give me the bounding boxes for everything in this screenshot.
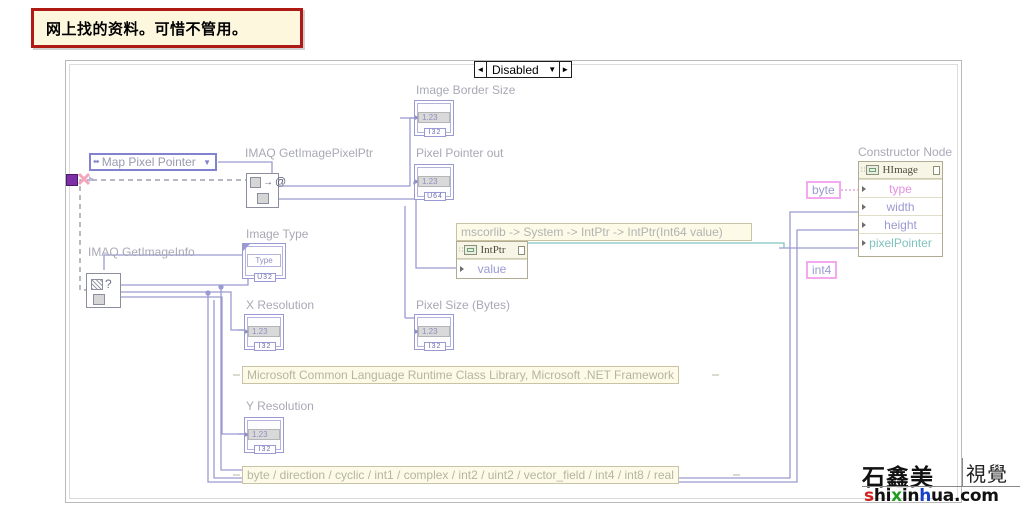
free-label-runtime-library: Microsoft Common Language Runtime Class … xyxy=(242,366,680,384)
indicator-datatype: I32 xyxy=(424,128,446,137)
watermark-domain: shixinhua.com xyxy=(864,486,999,506)
comment-box: 网上找的资料。可惜不管用。 xyxy=(31,8,303,48)
structure-inner-border xyxy=(69,64,958,499)
himage-row-pixelpointer[interactable]: pixelPointer xyxy=(859,233,942,251)
input-terminal-icon xyxy=(460,265,464,272)
map-pixel-pointer-ring-control[interactable]: ⬌ Map Pixel Pointer ▼ xyxy=(89,153,217,171)
indicator-value: 1.23 xyxy=(248,429,280,440)
imaq-getimagepixelptr-label: IMAQ GetImagePixelPtr xyxy=(245,146,374,160)
himage-row-label: type xyxy=(889,181,912,196)
pixel-pointer-glyph-row: → @ xyxy=(250,177,286,188)
map-pixel-pointer-label: Map Pixel Pointer xyxy=(101,155,196,169)
watermark-divider xyxy=(962,458,963,486)
page-icon xyxy=(518,245,525,255)
intptr-constructor-node[interactable]: ∷ IntPtr value xyxy=(456,241,528,279)
indicator-x-resolution[interactable]: ▸ 1.23 I32 xyxy=(244,314,284,356)
indicator-datatype: I32 xyxy=(424,342,446,351)
arrow-right-icon: → xyxy=(263,176,273,188)
intptr-row-label: value xyxy=(477,261,507,276)
image-info-glyph-row: ? xyxy=(91,278,112,290)
case-selector-prev-icon[interactable]: ◄ xyxy=(475,62,487,77)
watermark-seal-text: 視覺 xyxy=(966,462,1008,486)
watermark-domain-part: in xyxy=(901,486,920,506)
indicator-label-pixel-pointer-out: Pixel Pointer out xyxy=(416,146,504,160)
input-terminal-icon xyxy=(862,221,866,228)
info-badge-icon xyxy=(257,193,269,204)
himage-node-title-bar: ∷ HImage xyxy=(859,162,942,179)
chevron-down-icon[interactable]: ▼ xyxy=(546,62,559,77)
comment-text: 网上找的资料。可惜不管用。 xyxy=(46,19,248,38)
constant-int4[interactable]: int4 xyxy=(806,261,838,279)
indicator-datatype: I32 xyxy=(254,342,276,351)
ref-glyph-icon: ∷ xyxy=(861,165,866,174)
himage-constructor-node[interactable]: ∷ HImage type width height pixelPointer xyxy=(858,161,943,257)
indicator-pixel-size-bytes[interactable]: ▸ 1.23 I32 xyxy=(414,314,454,356)
imaq-getimageinfo-node[interactable]: ? xyxy=(86,273,121,308)
himage-row-type[interactable]: type xyxy=(859,179,942,197)
indicator-image-type[interactable]: Type U32 xyxy=(242,243,286,287)
indicator-value: Type xyxy=(247,254,281,267)
input-terminal-icon xyxy=(862,185,866,192)
indicator-label-image-border-size: Image Border Size xyxy=(416,83,516,97)
dotnet-class-icon xyxy=(866,165,880,175)
watermark-domain-part: h xyxy=(919,486,931,506)
indicator-value: 1.23 xyxy=(418,176,450,187)
block-diagram-canvas: 网上找的资料。可惜不管用。 ◄ Disabled ▼ ► ⬌ Map Pixel… xyxy=(0,0,1027,514)
watermark: 石鑫美 視覺 shixinhua.com xyxy=(862,458,1020,506)
case-selector[interactable]: ◄ Disabled ▼ ► xyxy=(474,61,572,78)
intptr-node-title-bar: ∷ IntPtr xyxy=(457,242,527,259)
indicator-y-resolution[interactable]: ▸ 1.23 I32 xyxy=(244,417,284,459)
dotnet-class-icon xyxy=(464,245,478,255)
page-icon xyxy=(933,165,940,175)
diagram-disable-structure xyxy=(65,60,962,503)
watermark-domain-part: ua.com xyxy=(931,486,999,506)
image-square-icon xyxy=(250,177,261,188)
at-sign-icon: @ xyxy=(275,176,287,188)
watermark-domain-part: s xyxy=(864,486,874,506)
himage-row-label: height xyxy=(884,217,917,232)
constant-byte[interactable]: byte xyxy=(806,181,841,199)
intptr-node-title: IntPtr xyxy=(480,244,506,256)
indicator-value: 1.23 xyxy=(418,112,450,123)
indicator-label-image-type: Image Type xyxy=(246,227,309,241)
indicator-label-pixel-size: Pixel Size (Bytes) xyxy=(416,298,511,312)
himage-row-height[interactable]: height xyxy=(859,215,942,233)
indicator-value: 1.23 xyxy=(248,326,280,337)
broken-wire-icon xyxy=(77,172,93,186)
image-hatch-icon xyxy=(91,278,103,290)
indicator-pixel-pointer-out[interactable]: ▸ 1.23 U64 xyxy=(414,164,454,206)
free-label-type-list: byte / direction / cyclic / int1 / compl… xyxy=(242,466,679,484)
watermark-domain-part: hi xyxy=(873,486,892,506)
indicator-datatype: I32 xyxy=(254,445,276,454)
indicator-image-border-size[interactable]: ▸ 1.23 I32 xyxy=(414,100,454,142)
indicator-label-y-resolution: Y Resolution xyxy=(246,399,314,413)
intptr-node-row-value[interactable]: value xyxy=(457,259,527,277)
enum-corner-icon xyxy=(242,243,251,252)
info-badge-icon xyxy=(93,294,105,305)
input-terminal-icon xyxy=(862,203,866,210)
question-mark-icon: ? xyxy=(105,277,112,291)
case-selector-next-icon[interactable]: ► xyxy=(558,62,571,77)
indicator-value: 1.23 xyxy=(418,326,450,337)
himage-row-label: width xyxy=(886,199,915,214)
left-right-arrows-icon: ⬌ xyxy=(93,157,100,166)
chevron-down-icon[interactable]: ▼ xyxy=(203,158,211,167)
imaq-getimageinfo-label: IMAQ GetImageInfo xyxy=(88,245,195,259)
ref-glyph-icon: ∷ xyxy=(459,245,464,254)
constructor-node-label: Constructor Node xyxy=(858,145,953,159)
watermark-domain-part: x xyxy=(891,486,902,506)
indicator-datatype: U64 xyxy=(424,192,446,201)
himage-row-label: pixelPointer xyxy=(869,235,932,250)
intptr-constructor-header: mscorlib -> System -> IntPtr -> IntPtr(I… xyxy=(456,223,752,241)
himage-node-title: HImage xyxy=(882,164,918,176)
indicator-label-x-resolution: X Resolution xyxy=(246,298,315,312)
indicator-datatype: U32 xyxy=(254,273,276,282)
case-selector-label: Disabled xyxy=(492,62,539,77)
input-terminal-icon xyxy=(862,239,866,246)
imaq-getimagepixelptr-node[interactable]: → @ xyxy=(246,173,286,208)
himage-row-width[interactable]: width xyxy=(859,197,942,215)
